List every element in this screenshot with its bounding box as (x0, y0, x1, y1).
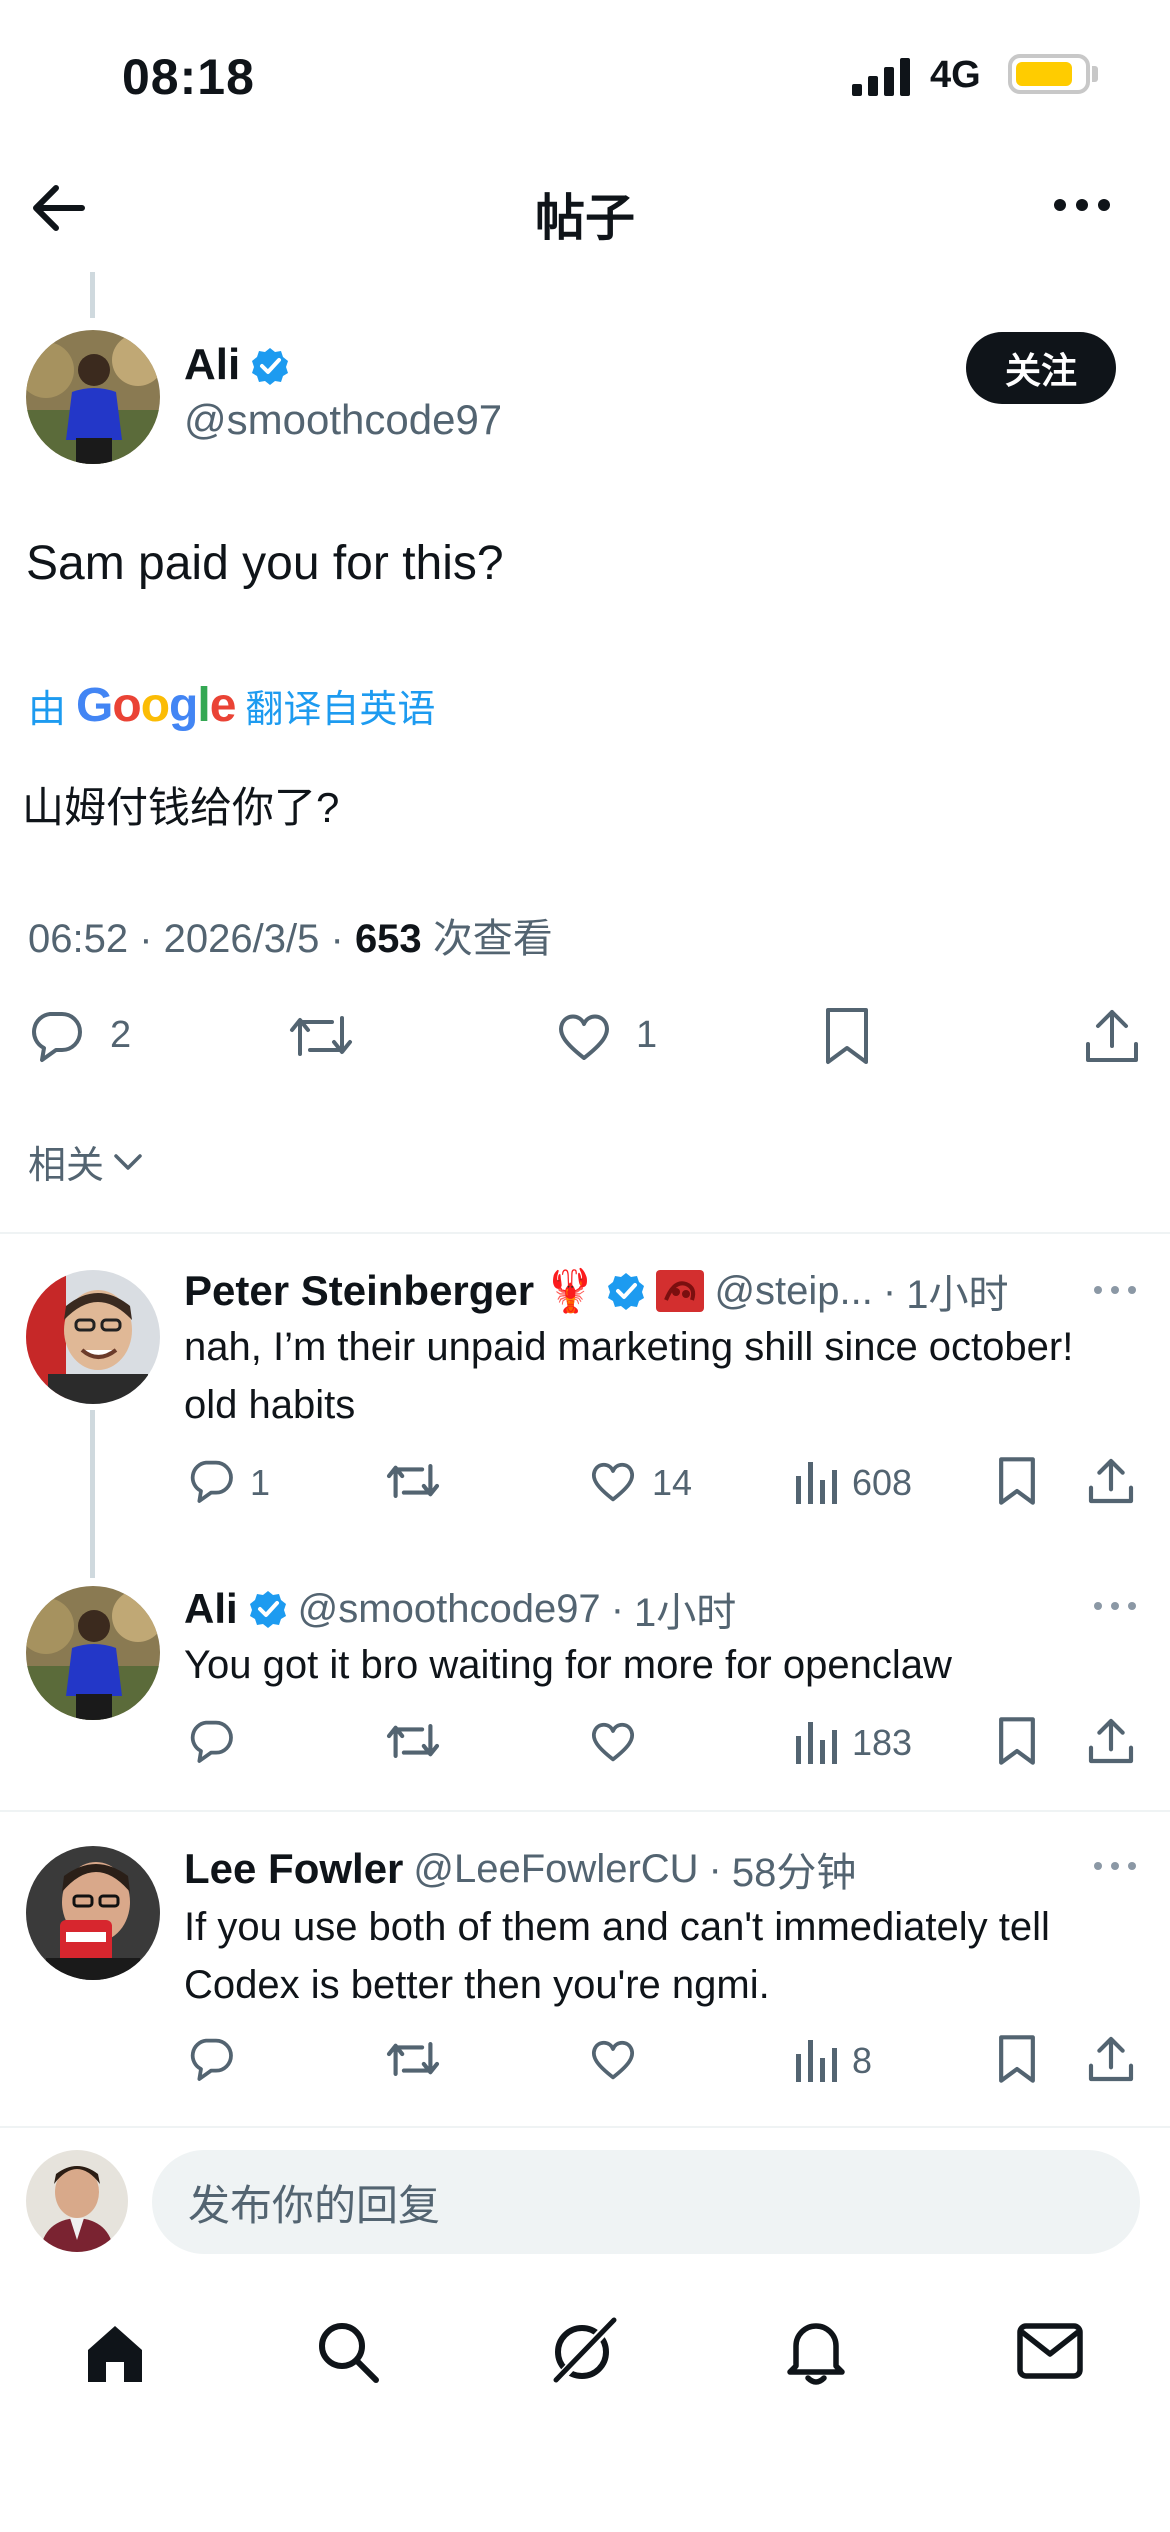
reply-divider (0, 1810, 1170, 1812)
reply-handle[interactable]: @LeeFowlerCU (413, 1847, 698, 1892)
post-time: 06:52 (28, 917, 129, 961)
google-logo: Google (76, 679, 236, 732)
reply-count: 2 (110, 1014, 132, 1056)
retweet-icon[interactable] (384, 1716, 442, 1766)
view-count[interactable]: 653 (355, 917, 422, 961)
reply-icon[interactable] (26, 1006, 86, 1066)
bookmark-icon[interactable] (996, 2034, 1038, 2084)
like-icon[interactable] (588, 2034, 638, 2084)
retweet-icon[interactable] (384, 1456, 442, 1506)
share-icon[interactable] (1082, 1006, 1142, 1066)
reply-time: 1小时 (634, 1591, 737, 1635)
lobster-emoji: 🦞 (544, 1266, 597, 1314)
messages-icon[interactable] (1016, 2322, 1084, 2380)
share-icon[interactable] (1086, 1716, 1136, 1766)
views-icon[interactable] (794, 1456, 838, 1506)
reply-time: 58分钟 (731, 1851, 857, 1895)
verified-badge-icon (249, 1591, 286, 1628)
reply-header: Ali @smoothcode97 · 1小时 (184, 1580, 736, 1638)
views-icon[interactable] (794, 1716, 838, 1766)
like-icon[interactable] (588, 1716, 638, 1766)
post-date: 2026/3/5 (163, 917, 320, 961)
reply-handle[interactable]: @steip... (714, 1269, 872, 1314)
network-label: 4G (930, 54, 981, 96)
reply-header: Lee Fowler @LeeFowlerCU · 58分钟 (184, 1840, 856, 1898)
more-options-icon[interactable] (1050, 180, 1114, 230)
follow-button[interactable]: 关注 (966, 332, 1116, 404)
like-count: 1 (636, 1014, 658, 1056)
share-icon[interactable] (1086, 2034, 1136, 2084)
verified-badge-icon (608, 1273, 645, 1310)
reply-icon[interactable] (186, 1716, 236, 1766)
reply-author-name[interactable]: Peter Steinberger (184, 1267, 534, 1315)
reply-icon[interactable] (186, 1456, 236, 1506)
reply-avatar[interactable] (26, 1270, 160, 1404)
page-title: 帖子 (535, 190, 635, 246)
author-avatar[interactable] (26, 330, 160, 464)
translation-attribution[interactable]: 由 Google 翻译自英语 (28, 678, 435, 733)
translated-text: 山姆付钱给你了? (22, 784, 340, 831)
reply-more-icon[interactable] (1092, 1600, 1138, 1612)
translate-prefix: 由 (28, 689, 67, 731)
related-label: 相关 (28, 1145, 105, 1187)
author-handle[interactable]: @smoothcode97 (184, 396, 502, 444)
bookmark-icon[interactable] (996, 1716, 1038, 1766)
views-count: 608 (852, 1462, 913, 1503)
affiliate-badge-icon (656, 1270, 705, 1312)
reply-text: If you use both of them and can't immedi… (184, 1905, 1050, 2007)
views-count: 8 (852, 2040, 873, 2081)
bookmark-icon[interactable] (822, 1006, 872, 1066)
view-label: 次查看 (432, 917, 553, 961)
home-icon[interactable] (82, 2320, 148, 2386)
verified-badge-icon (252, 348, 288, 385)
like-icon[interactable] (588, 1456, 638, 1506)
reply-text: You got it bro waiting for more for open… (184, 1643, 952, 1687)
compose-divider (0, 2126, 1170, 2128)
thread-line (90, 1410, 95, 1578)
bookmark-icon[interactable] (996, 1456, 1038, 1506)
related-dropdown[interactable]: 相关 (28, 1134, 144, 1189)
status-time: 08:18 (122, 49, 255, 105)
reply-author-name[interactable]: Lee Fowler (184, 1845, 403, 1893)
reply-avatar[interactable] (26, 1846, 160, 1980)
reply-input[interactable]: 发布你的回复 (152, 2150, 1140, 2254)
reply-header: Peter Steinberger 🦞 @steip... · 1小时 (184, 1262, 1008, 1320)
like-icon[interactable] (554, 1006, 614, 1066)
views-icon[interactable] (794, 2034, 838, 2084)
reply-more-icon[interactable] (1092, 1860, 1138, 1872)
like-count: 14 (652, 1462, 693, 1503)
section-divider (0, 1232, 1170, 1234)
chevron-down-icon (114, 1153, 142, 1170)
reply-handle[interactable]: @smoothcode97 (298, 1587, 601, 1632)
reply-author-name[interactable]: Ali (184, 1585, 238, 1633)
reply-count: 1 (250, 1462, 271, 1503)
reply-time: 1小时 (906, 1273, 1009, 1317)
grok-icon[interactable] (546, 2314, 620, 2388)
notifications-icon[interactable] (784, 2316, 848, 2388)
reply-text: nah, I’m their unpaid marketing shill si… (184, 1325, 1074, 1427)
reply-avatar[interactable] (26, 1586, 160, 1720)
battery-icon (1008, 54, 1090, 94)
views-count: 183 (852, 1722, 913, 1763)
post-meta: 06:52 · 2026/3/5 · 653 次查看 (28, 917, 553, 961)
retweet-icon[interactable] (384, 2034, 442, 2084)
author-name[interactable]: Ali (184, 340, 240, 390)
signal-icon (852, 58, 910, 96)
battery-cap (1092, 66, 1098, 82)
reply-more-icon[interactable] (1092, 1284, 1138, 1296)
share-icon[interactable] (1086, 1456, 1136, 1506)
search-icon[interactable] (314, 2318, 382, 2386)
reply-icon[interactable] (186, 2034, 236, 2084)
retweet-icon[interactable] (286, 1006, 356, 1066)
thread-line (90, 272, 95, 318)
post-text: Sam paid you for this? (26, 537, 504, 590)
translate-suffix: 翻译自英语 (245, 689, 436, 731)
my-avatar[interactable] (26, 2150, 128, 2252)
